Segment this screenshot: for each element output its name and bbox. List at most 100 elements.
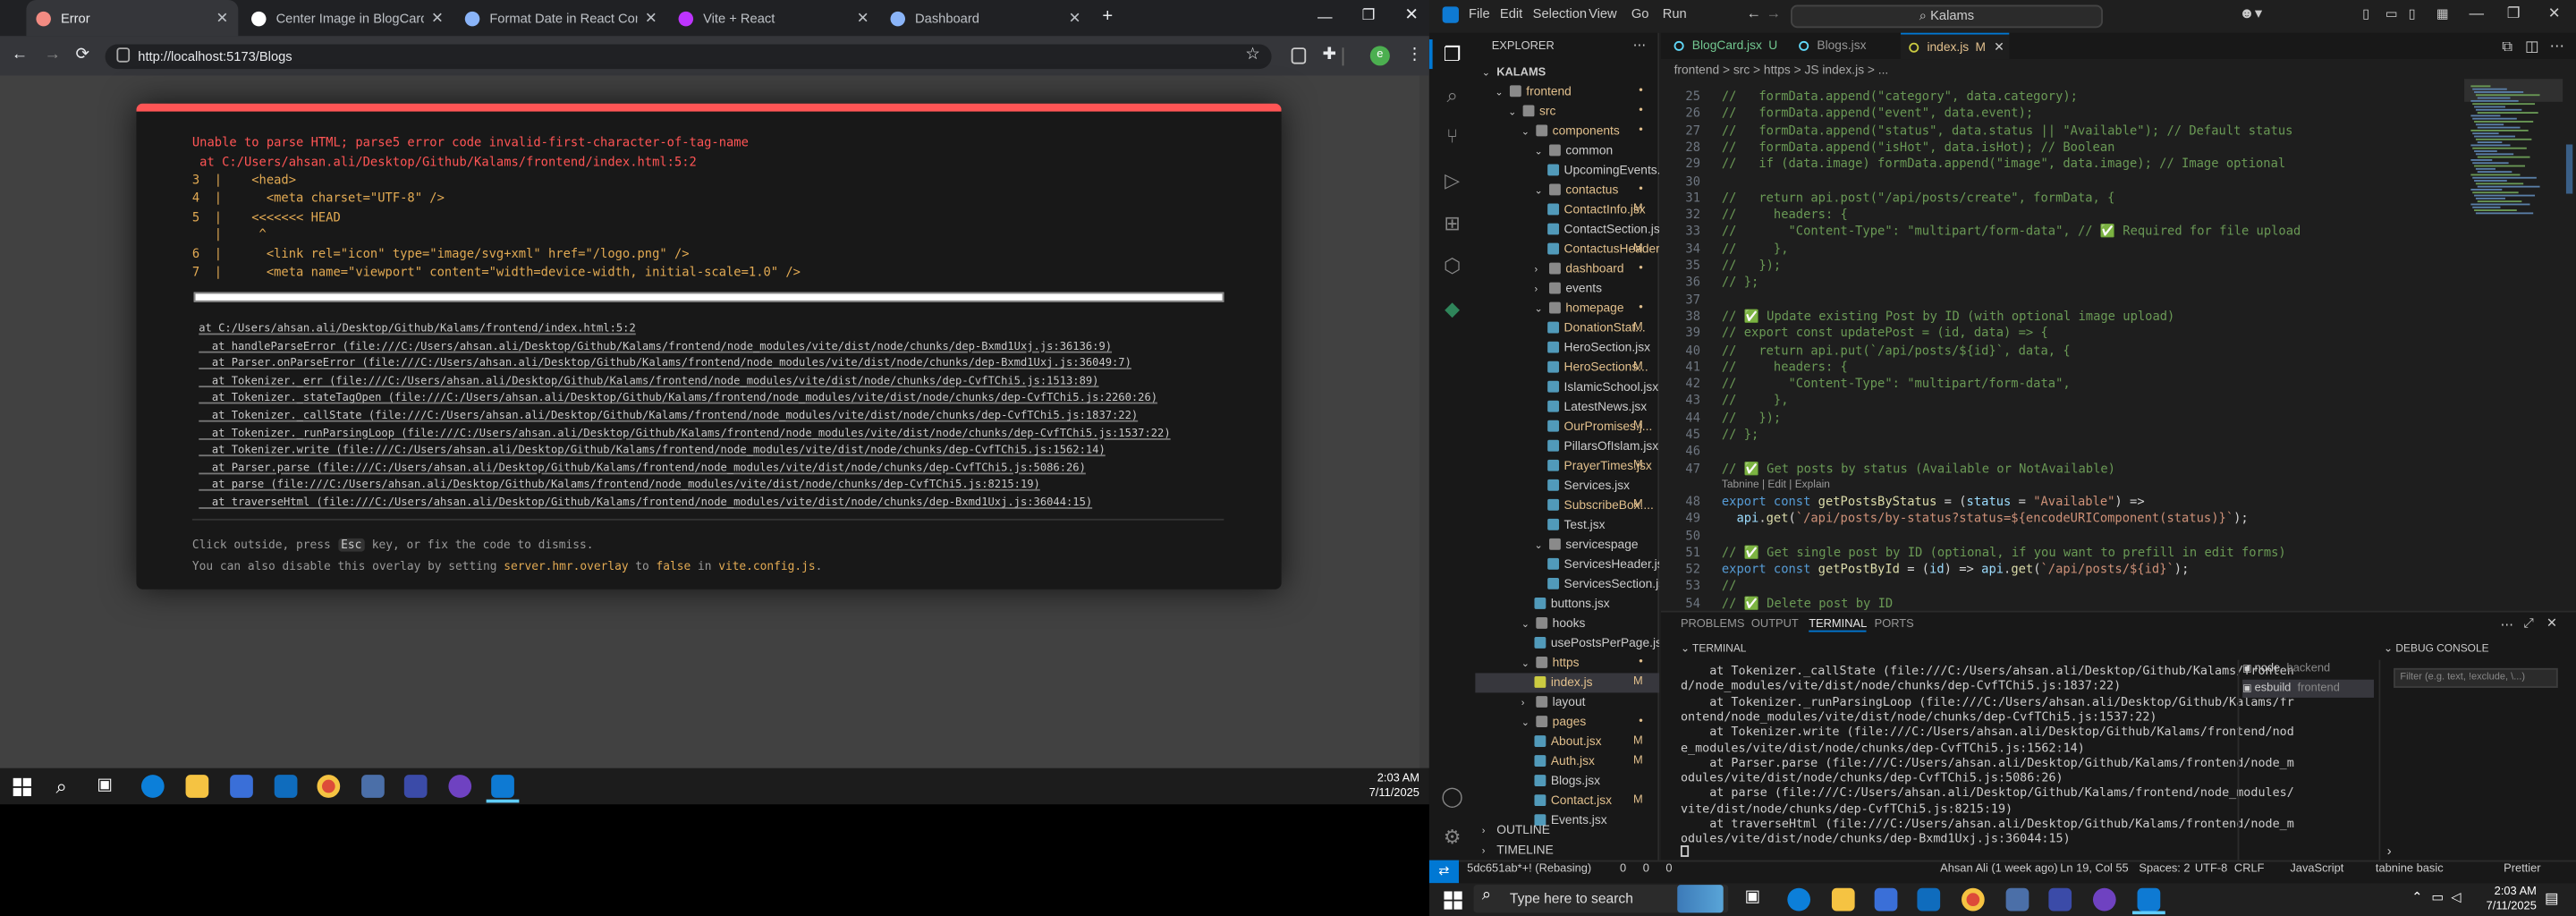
- menu-file[interactable]: File: [1469, 6, 1490, 21]
- editor-tab[interactable]: index.js M ✕: [1901, 32, 2010, 60]
- errors-count[interactable]: 0: [1620, 863, 1626, 875]
- store-icon[interactable]: [1874, 887, 1898, 912]
- indentation[interactable]: Spaces: 2: [2139, 863, 2190, 875]
- terminal-instance[interactable]: ▣ esbuild frontend: [2242, 679, 2375, 698]
- close-tab-icon[interactable]: ✕: [857, 9, 869, 27]
- tree-file[interactable]: index.js M: [1475, 673, 1660, 693]
- stack-trace-line[interactable]: at Tokenizer._runParsingLoop (file:///C:…: [199, 426, 1171, 439]
- minimize-button[interactable]: —: [2470, 5, 2485, 21]
- maximize-panel-icon[interactable]: ⤢: [2523, 615, 2534, 632]
- close-tab-icon[interactable]: ✕: [1069, 9, 1081, 27]
- ports-count[interactable]: 0: [1665, 863, 1672, 875]
- chrome-icon[interactable]: [317, 775, 341, 798]
- search-icon[interactable]: ⌕: [1441, 84, 1464, 107]
- code-line[interactable]: //: [1722, 579, 1737, 594]
- close-tab-icon[interactable]: ✕: [216, 9, 228, 27]
- accounts-icon[interactable]: ◯: [1441, 785, 1464, 808]
- menu-selection[interactable]: Selection: [1533, 6, 1587, 21]
- code-line[interactable]: // return api.put(`/api/posts/${id}`, da…: [1722, 343, 2071, 358]
- task-view-icon[interactable]: ▣: [97, 776, 112, 794]
- debug-filter-input[interactable]: Filter (e.g. text, !exclude, \...): [2394, 667, 2558, 688]
- code-line[interactable]: // formData.append("event", data.event);: [1722, 106, 2033, 121]
- tree-file[interactable]: IslamicSchool.jsx: [1475, 377, 1659, 397]
- code-line[interactable]: // "Content-Type": "multipart/form-data"…: [1722, 224, 2301, 239]
- run-debug-icon[interactable]: ▷: [1441, 169, 1464, 192]
- menu-edit[interactable]: Edit: [1500, 6, 1522, 21]
- code-line[interactable]: // });: [1722, 258, 1781, 273]
- browser-tab[interactable]: Error ✕: [26, 0, 239, 37]
- github-icon[interactable]: [2092, 887, 2116, 912]
- panel-tab-terminal[interactable]: TERMINAL: [1809, 619, 1868, 632]
- outline-section[interactable]: › OUTLINE: [1475, 821, 1659, 841]
- store-icon[interactable]: [230, 775, 253, 798]
- tree-folder[interactable]: › layout: [1475, 692, 1659, 712]
- codelens[interactable]: Tabnine | Edit | Explain: [1722, 479, 1830, 491]
- remote-indicator-icon[interactable]: ⇄: [1428, 860, 1459, 884]
- command-center-search[interactable]: ⌕ Kalams: [1791, 4, 2103, 29]
- browser-tab[interactable]: Format Date in React Compone ✕: [455, 0, 667, 36]
- clock-left[interactable]: 2:03 AM 7/11/2025: [1347, 771, 1419, 801]
- code-line[interactable]: // };: [1722, 275, 1758, 290]
- close-panel-icon[interactable]: ✕: [2546, 615, 2557, 631]
- tabnine-status[interactable]: tabnine basic: [2376, 863, 2444, 875]
- close-tab-icon[interactable]: ✕: [431, 9, 444, 27]
- code-line[interactable]: // formData.append("status", data.status…: [1722, 123, 2293, 138]
- zoom-icon[interactable]: [403, 775, 428, 798]
- explorer-icon[interactable]: ❐: [1441, 43, 1464, 66]
- code-line[interactable]: // ✅ Get single post by ID (optional, if…: [1722, 545, 2286, 560]
- editor-tab[interactable]: BlogCard.jsx U: [1665, 33, 1791, 59]
- tree-folder[interactable]: ⌄ contactus •: [1475, 181, 1659, 200]
- overlay-horizontal-scrollbar[interactable]: [193, 292, 1224, 302]
- tree-file[interactable]: buttons.jsx: [1475, 594, 1659, 614]
- copilot-icon[interactable]: ☻▾: [2239, 5, 2262, 23]
- maximize-button[interactable]: ❐: [2507, 5, 2521, 23]
- code-line[interactable]: // };: [1722, 427, 1758, 442]
- minimap[interactable]: [2464, 79, 2563, 604]
- nav-back-icon[interactable]: ←: [1746, 5, 1761, 21]
- tree-file[interactable]: ServicesSection.jsx: [1475, 574, 1659, 594]
- panel-more-icon[interactable]: ⋯: [2500, 617, 2513, 632]
- nav-forward-icon[interactable]: →: [1766, 5, 1781, 21]
- chrome-icon[interactable]: [1962, 887, 1985, 912]
- code-line[interactable]: export const getPostById = (id) => api.g…: [1722, 562, 2190, 577]
- bookmark-star-icon[interactable]: ☆: [1245, 45, 1259, 68]
- code-line[interactable]: // "Content-Type": "multipart/form-data"…: [1722, 376, 2071, 391]
- zoom-icon[interactable]: [2048, 887, 2072, 912]
- tree-file[interactable]: HeroSections... M: [1475, 358, 1659, 377]
- reload-icon[interactable]: ⟳: [75, 45, 89, 68]
- tree-folder[interactable]: ⌄ hooks: [1475, 614, 1659, 633]
- tree-file[interactable]: About.jsx M: [1475, 732, 1659, 751]
- remote-explorer-icon[interactable]: ⬡: [1441, 254, 1464, 277]
- tree-file[interactable]: HeroSection.jsx: [1475, 338, 1659, 358]
- code-line[interactable]: // ✅ Get posts by status (Available or N…: [1722, 461, 2115, 476]
- branch-status[interactable]: 5dc651ab*+! (Rebasing): [1467, 863, 1591, 875]
- tree-file[interactable]: ServicesHeader.jsx: [1475, 555, 1659, 574]
- customize-layout-icon[interactable]: ▦: [2436, 6, 2449, 21]
- windows-start-icon[interactable]: [13, 777, 31, 797]
- tree-file[interactable]: ContactInfo.jsx M: [1475, 200, 1659, 220]
- code-line[interactable]: // export const updatePost = (id, data) …: [1722, 326, 2048, 341]
- menu-view[interactable]: View: [1589, 6, 1617, 21]
- stack-trace-line[interactable]: at Parser.parse (file:///C:/Users/ahsan.…: [199, 461, 1086, 474]
- outlook-icon[interactable]: [274, 775, 298, 798]
- code-line[interactable]: // formData.append("category", data.cate…: [1722, 89, 2078, 104]
- breadcrumb[interactable]: frontend > src > https > JS index.js > .…: [1674, 63, 1889, 78]
- address-bar[interactable]: http://localhost:5173/Blogs: [105, 44, 1272, 70]
- tree-file[interactable]: DonationStat... M: [1475, 318, 1659, 338]
- tree-file[interactable]: SubscribeBox.... M: [1475, 496, 1659, 515]
- clock-right[interactable]: 2:03 AM 7/11/2025: [2464, 885, 2537, 914]
- tree-folder[interactable]: ⌄ pages •: [1475, 712, 1659, 732]
- editor-scrollbar[interactable]: [2565, 144, 2573, 194]
- split-diff-icon[interactable]: ⧉: [2502, 38, 2512, 55]
- vscode-icon[interactable]: [2137, 887, 2161, 912]
- code-line[interactable]: // if (data.image) formData.append("imag…: [1722, 157, 2285, 172]
- tree-file[interactable]: usePostsPerPage.jsx: [1475, 633, 1659, 653]
- extension-icon[interactable]: [1291, 47, 1307, 64]
- stack-trace-line[interactable]: at C:/Users/ahsan.ali/Desktop/Github/Kal…: [199, 322, 636, 335]
- browser-tab[interactable]: Dashboard ✕: [880, 0, 1090, 36]
- tree-folder[interactable]: ⌄ https •: [1475, 653, 1659, 673]
- toggle-secondary-sidebar-icon[interactable]: ▯: [2409, 6, 2416, 21]
- tree-file[interactable]: Test.jsx: [1475, 515, 1659, 535]
- editor-tab[interactable]: Blogs.jsx: [1791, 33, 1901, 59]
- tree-folder[interactable]: › events: [1475, 279, 1659, 299]
